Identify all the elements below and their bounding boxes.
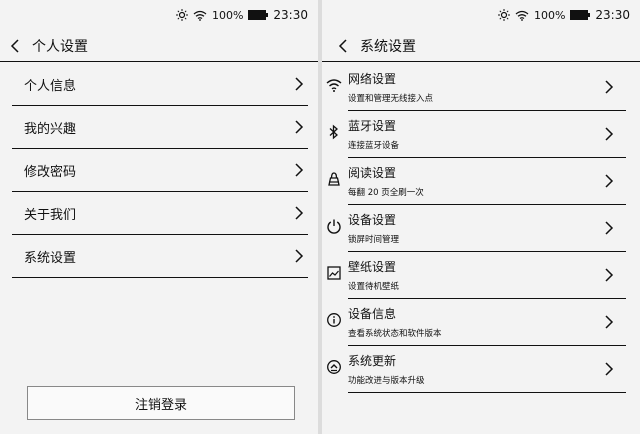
chevron-right-icon [605,80,614,94]
wallpaper-icon [327,266,341,280]
chevron-right-icon [605,127,614,141]
menu-item-change-password[interactable]: 修改密码 [12,149,308,192]
setting-reading[interactable]: 阅读设置 每翻 20 页全刷一次 [328,158,626,205]
battery-percent: 100% [211,8,244,22]
header: 系统设置 [322,32,640,60]
setting-title: 蓝牙设置 [348,119,397,133]
setting-title: 设备信息 [348,307,397,321]
update-icon [327,360,341,374]
system-settings-menu: 网络设置 设置和管理无线接入点 蓝牙设置 连接蓝牙设备 阅读设置 每翻 20 页… [322,64,640,393]
setting-title: 设备设置 [348,213,397,227]
back-arrow-icon[interactable] [336,38,352,54]
chevron-right-icon [295,206,304,220]
menu-item-label: 关于我们 [24,207,77,223]
setting-subtitle: 每翻 20 页全刷一次 [348,188,424,198]
back-arrow-icon[interactable] [8,38,24,54]
reading-icon [328,172,340,186]
power-icon [327,219,341,234]
battery-icon [570,10,591,20]
header-divider [322,61,640,62]
personal-settings-screen: 100% 23:30 个人设置 个人信息 我的兴趣 修改密码 关于我们 系统设置 [0,0,318,434]
chevron-right-icon [295,163,304,177]
setting-subtitle: 功能改进与版本升级 [348,376,425,386]
battery-icon [248,10,269,20]
chevron-right-icon [605,268,614,282]
info-icon [327,313,341,327]
setting-subtitle: 查看系统状态和软件版本 [348,329,442,339]
menu-item-label: 修改密码 [24,164,77,180]
page-title: 系统设置 [360,39,416,55]
brightness-icon [175,9,188,21]
settings-menu: 个人信息 我的兴趣 修改密码 关于我们 系统设置 [12,63,308,278]
chevron-right-icon [295,249,304,263]
status-bar: 100% 23:30 [322,0,640,32]
header: 个人设置 [0,32,318,60]
setting-subtitle: 连接蓝牙设备 [348,141,400,151]
bluetooth-icon [329,124,338,140]
clock: 23:30 [595,8,630,22]
setting-subtitle: 设置和管理无线接入点 [348,94,434,104]
setting-wallpaper[interactable]: 壁纸设置 设置待机壁纸 [327,252,626,299]
menu-item-interests[interactable]: 我的兴趣 [12,106,308,149]
setting-title: 系统更新 [348,354,397,368]
chevron-right-icon [295,77,304,91]
menu-item-personal-info[interactable]: 个人信息 [12,63,308,106]
setting-title: 阅读设置 [348,166,397,180]
chevron-right-icon [605,221,614,235]
clock: 23:30 [273,8,308,22]
battery-percent: 100% [533,8,566,22]
setting-subtitle: 锁屏时间管理 [348,235,400,245]
menu-item-label: 我的兴趣 [24,121,77,137]
chevron-right-icon [605,174,614,188]
chevron-right-icon [295,120,304,134]
header-divider [0,61,318,62]
setting-network[interactable]: 网络设置 设置和管理无线接入点 [326,64,626,111]
menu-item-label: 个人信息 [24,78,77,94]
wifi-status-icon [193,10,207,21]
setting-bluetooth[interactable]: 蓝牙设置 连接蓝牙设备 [329,111,626,158]
wifi-icon [326,79,342,92]
setting-title: 壁纸设置 [348,260,397,274]
menu-item-about-us[interactable]: 关于我们 [12,192,308,235]
chevron-right-icon [605,362,614,376]
setting-device[interactable]: 设备设置 锁屏时间管理 [327,205,626,252]
page-title: 个人设置 [32,39,88,55]
menu-item-label: 系统设置 [24,250,77,266]
wifi-status-icon [515,10,529,21]
menu-item-system-settings[interactable]: 系统设置 [12,235,308,278]
setting-subtitle: 设置待机壁纸 [348,282,400,292]
status-bar: 100% 23:30 [0,0,318,32]
chevron-right-icon [605,315,614,329]
system-settings-screen: 100% 23:30 系统设置 网络设置 设置和管理无线接入点 蓝牙设置 连接蓝… [322,0,640,434]
status-icons: 100% 23:30 [497,8,630,22]
brightness-icon [497,9,510,21]
setting-device-info[interactable]: 设备信息 查看系统状态和软件版本 [327,299,626,346]
setting-system-update[interactable]: 系统更新 功能改进与版本升级 [327,346,626,393]
status-icons: 100% 23:30 [175,8,308,22]
setting-title: 网络设置 [348,72,397,86]
logout-button[interactable]: 注销登录 [27,386,295,420]
